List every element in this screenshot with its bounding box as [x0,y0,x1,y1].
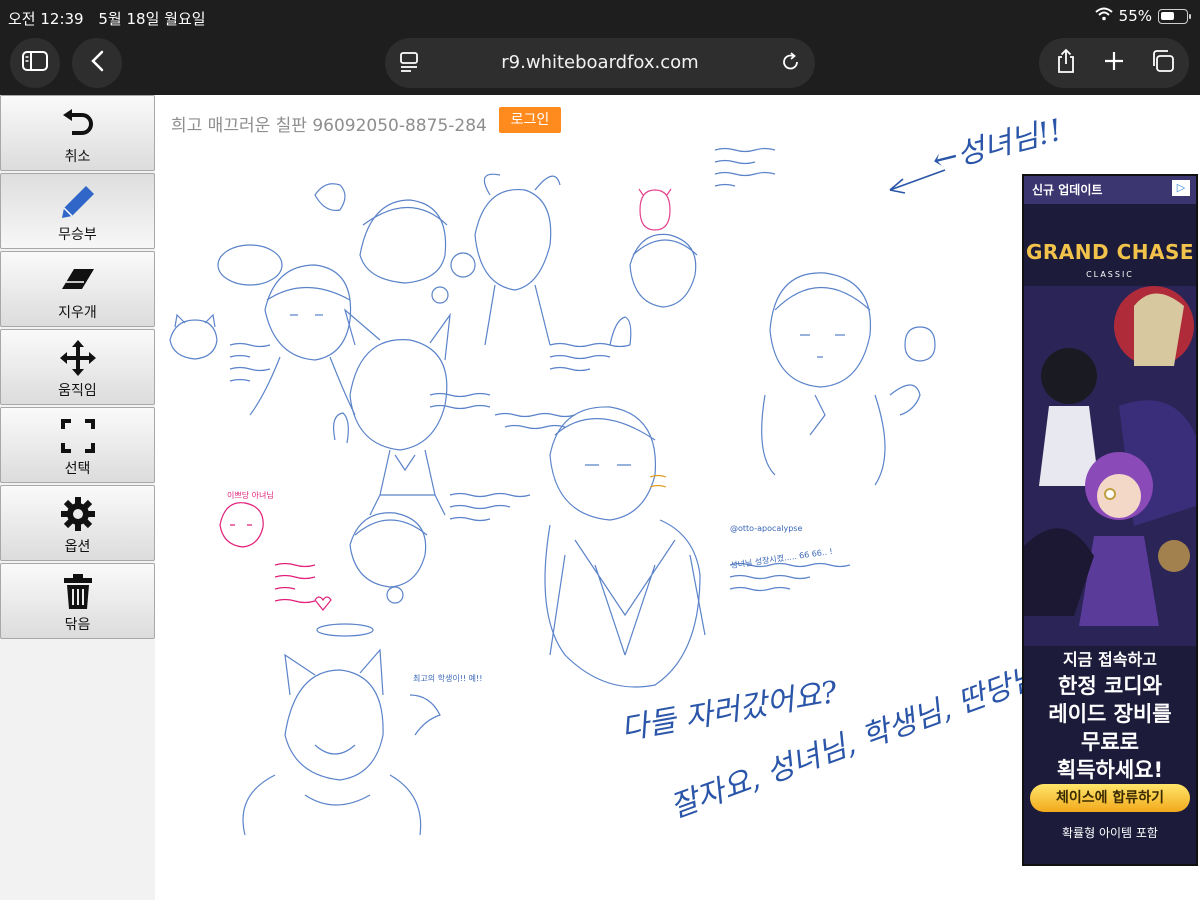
url-text: r9.whiteboardfox.com [501,52,699,73]
tabs-icon [1149,49,1175,77]
note-b: 이쁘당 아녀님 [227,491,274,500]
address-bar[interactable]: r9.whiteboardfox.com [385,38,815,88]
back-button[interactable] [72,38,122,88]
status-time: 오전 12:39 [8,10,84,28]
sketch-small-head [349,512,427,588]
share-icon [1056,48,1076,78]
note-sign-tag: @otto-apocalypse [730,524,803,533]
ad-logo: GRAND CHASE [1025,240,1195,264]
status-bar: 오전 12:39 5월 18일 월요일 55% [0,0,1200,34]
trash-icon [58,572,98,612]
sketch-horned-character [474,188,552,291]
battery-icon [1158,8,1191,24]
select-label: 선택 [64,461,91,477]
share-button[interactable] [1041,38,1091,88]
browser-toolbar: r9.whiteboardfox.com [0,34,1200,95]
sketch-central-character [549,406,657,521]
eraser-label: 지우개 [58,305,97,321]
undo-icon [58,104,98,144]
plus-icon [1103,50,1125,76]
eraser-button[interactable]: 지우개 [0,251,155,327]
ad-line-2: 한정 코디와 [1058,674,1162,698]
undo-label: 취소 [64,149,91,165]
whiteboard-toolbar: 취소 무승부 지우개 움직임 선택 옵션 닦음 [0,95,155,900]
sketch-pink-bear [639,189,671,231]
undo-button[interactable]: 취소 [0,95,155,171]
clear-label: 닦음 [64,617,91,633]
move-icon [58,338,98,378]
tabs-button[interactable] [1137,38,1187,88]
ad-line-3: 레이드 장비를 [1048,702,1172,726]
sketch-head-2 [359,199,447,284]
sidebar-button[interactable] [10,38,60,88]
ad-footer: 확률형 아이템 포함 [1062,826,1158,840]
move-button[interactable]: 움직임 [0,329,155,405]
ad-character-art [1024,286,1196,646]
draw-button[interactable]: 무승부 [0,173,155,249]
new-tab-button[interactable] [1089,38,1139,88]
clear-button[interactable]: 닦음 [0,563,155,639]
draw-label: 무승부 [58,227,97,243]
note-c: 최고의 학생이!! 예!! [413,674,483,683]
chevron-left-icon [90,50,104,76]
sketch-lady [769,272,872,388]
board-title: 희고 매끄러운 칠판 96092050-8875-284 [171,116,487,136]
reload-icon[interactable] [781,51,801,78]
speech-bubble-sketch [217,244,283,286]
pencil-icon [58,182,98,222]
sidebar-icon [22,51,48,75]
gear-icon [58,494,98,534]
sketch-small-cat-right [904,326,936,362]
move-label: 움직임 [58,383,97,399]
ad-line-5: 획득하세요! [1056,758,1164,782]
options-label: 옵션 [64,539,91,555]
ad-line-4: 무료로 [1081,730,1139,754]
options-button[interactable]: 옵션 [0,485,155,561]
sketch-pink-face [219,502,264,548]
select-button[interactable]: 선택 [0,407,155,483]
sketch-pink-heart [314,596,332,611]
adchoices-icon[interactable]: ▷ [1172,180,1190,196]
sketch-cat-girl [284,669,384,781]
browser-actions [1039,38,1189,88]
wifi-icon [1094,7,1113,25]
select-icon [58,416,98,456]
ad-cta-button[interactable]: 체이스에 합류하기 [1030,784,1190,812]
sketch-cat [169,319,218,360]
ad-header: 신규 업데이트 ▷ [1024,176,1196,204]
ad-line-1: 지금 접속하고 [1063,650,1157,669]
battery-percent: 55% [1118,7,1152,25]
sketch-girl-top [629,233,697,308]
eraser-icon [58,260,98,300]
status-date: 5월 18일 월요일 [98,10,206,28]
sketch-head-1 [264,264,352,361]
login-button[interactable]: 로그인 [499,107,561,133]
ad-badge: 신규 업데이트 [1032,183,1103,197]
ad-logo-sub: CLASSIC [1086,270,1134,279]
advertisement[interactable]: 신규 업데이트 ▷ GRAND CHASE CLASSIC 지금 접속하고 한정… [1022,174,1198,866]
